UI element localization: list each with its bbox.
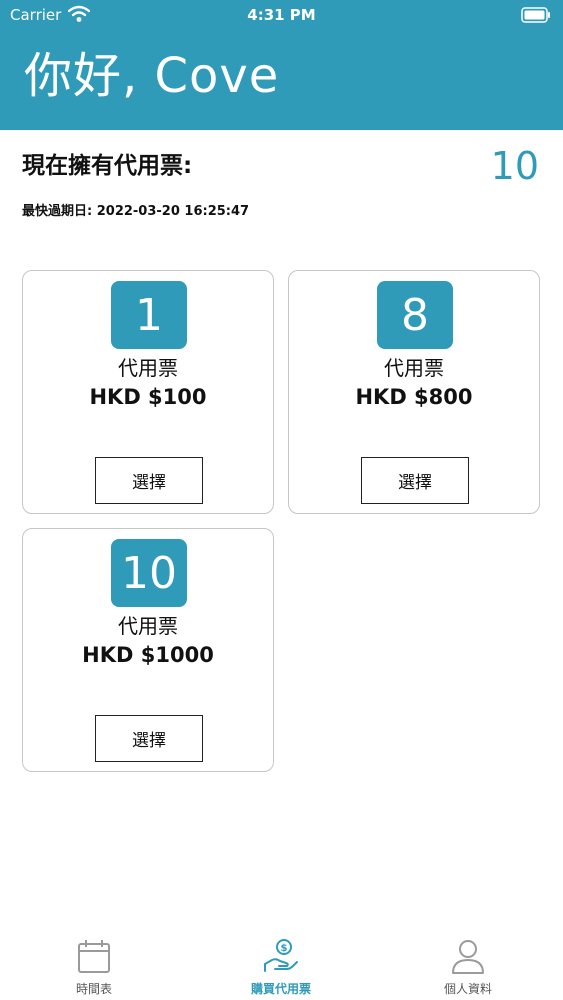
- clock: 4:31 PM: [247, 6, 316, 24]
- person-icon: [452, 940, 484, 974]
- tickets-owned-count: 10: [490, 144, 539, 188]
- tab-bar: 時間表 $ 購買代用票 個人資料: [0, 930, 563, 1000]
- earliest-expiry: 最快過期日: 2022-03-20 16:25:47: [22, 204, 250, 219]
- select-button[interactable]: 選擇: [95, 457, 203, 504]
- tab-timetable[interactable]: 時間表: [34, 938, 154, 1000]
- quantity-badge: 8: [377, 281, 453, 349]
- package-card: 1 代用票 HKD $100 選擇: [22, 270, 274, 514]
- quantity-badge: 10: [111, 539, 187, 607]
- tab-buy-tickets[interactable]: $ 購買代用票: [221, 938, 341, 1000]
- package-label: 代用票: [118, 614, 178, 638]
- tickets-owned-label: 現在擁有代用票:: [22, 153, 193, 179]
- select-button[interactable]: 選擇: [361, 457, 469, 504]
- greeting-title: 你好, Cove: [24, 48, 280, 104]
- package-card: 10 代用票 HKD $1000 選擇: [22, 528, 274, 772]
- tab-label: 個人資料: [443, 982, 492, 996]
- select-button[interactable]: 選擇: [95, 715, 203, 762]
- package-card: 8 代用票 HKD $800 選擇: [288, 270, 540, 514]
- tab-profile[interactable]: 個人資料: [408, 938, 528, 1000]
- calendar-icon: [78, 940, 110, 973]
- status-bar: Carrier 4:31 PM: [0, 0, 563, 30]
- package-price: HKD $800: [355, 385, 473, 409]
- quantity-badge: 1: [111, 281, 187, 349]
- svg-text:$: $: [281, 943, 288, 954]
- battery-icon: [521, 7, 550, 23]
- tab-label: 時間表: [75, 982, 112, 996]
- tab-label: 購買代用票: [250, 982, 311, 996]
- coin-hand-icon: $: [264, 939, 298, 972]
- package-price: HKD $1000: [82, 643, 214, 667]
- package-label: 代用票: [118, 356, 178, 380]
- header: Carrier 4:31 PM 你好, Cove: [0, 0, 563, 130]
- package-label: 代用票: [384, 356, 444, 380]
- package-price: HKD $100: [89, 385, 207, 409]
